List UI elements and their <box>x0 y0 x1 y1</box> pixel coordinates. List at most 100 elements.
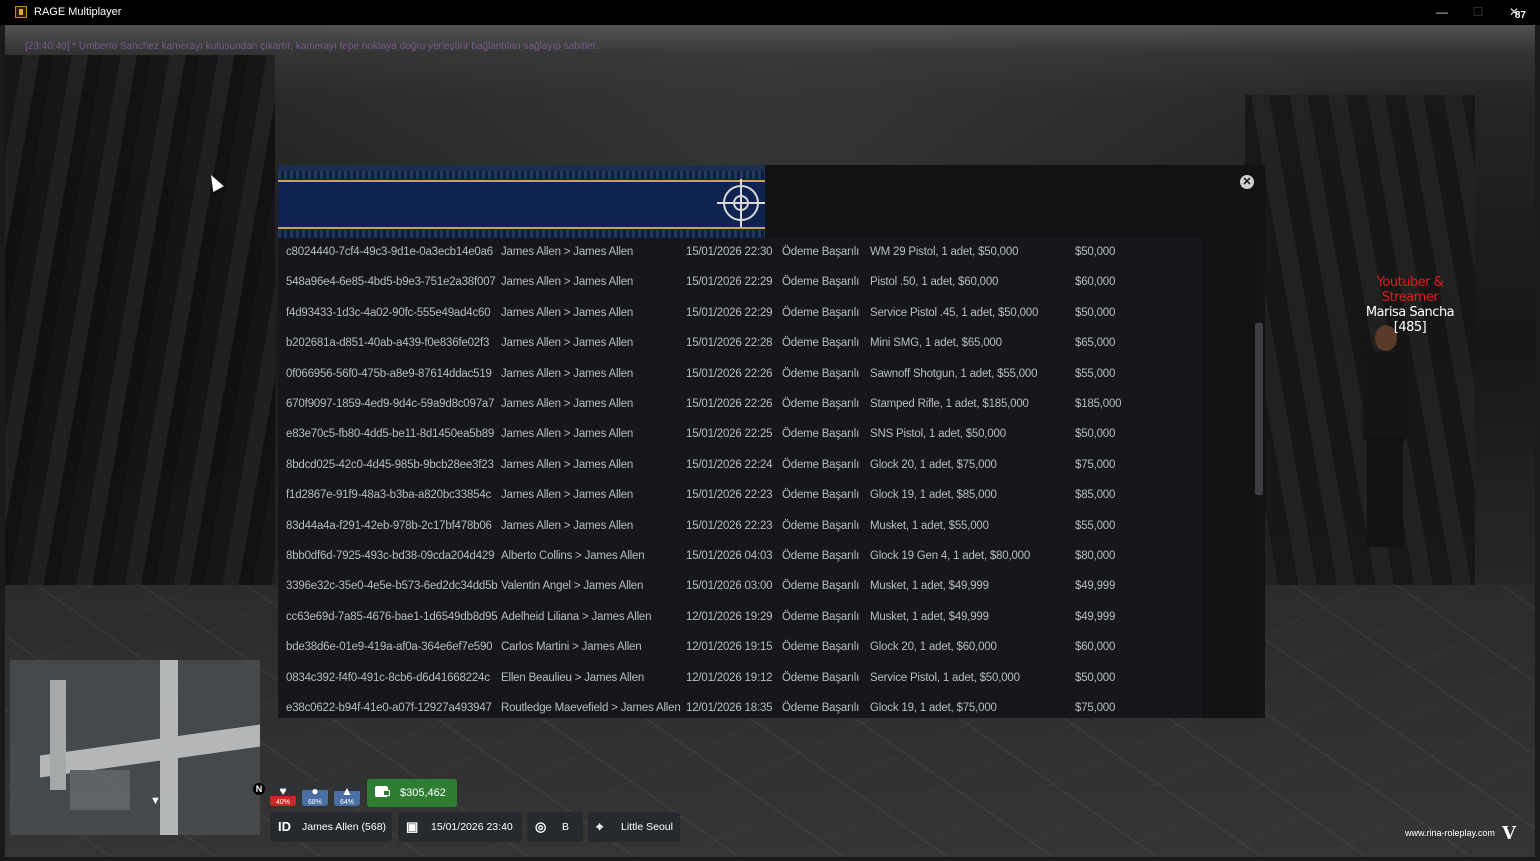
table-row[interactable]: bde38d6e-01e9-419a-af0a-364e6ef7e590 Carl… <box>278 633 1202 663</box>
transaction-history-modal: ✕ c8024440-7cf4-49c3-9d1e-0a3ecb14e0a6 Ja… <box>278 165 1265 718</box>
money-amount: $305,462 <box>400 787 446 799</box>
cell-amount: $80,000 <box>1075 550 1116 562</box>
cell-status: Ödeme Başarılı <box>782 702 860 714</box>
curtain-left <box>5 55 275 615</box>
cell-from: Ellen Beaulieu > James Allen <box>501 671 645 684</box>
cell-id: b202681a-d851-40ab-a439-f0e836fe02f3 <box>286 337 490 350</box>
cell-amount: $50,000 <box>1075 671 1116 684</box>
cell-from: James Allen > James Allen <box>501 246 634 258</box>
cell-item: Stamped Rifle, 1 adet, $185,000 <box>870 398 1029 410</box>
cell-date: 15/01/2026 22:29 <box>686 306 773 319</box>
cell-amount: $50,000 <box>1075 428 1116 441</box>
location-label: Little Seoul <box>621 821 673 833</box>
cell-date: 12/01/2026 19:12 <box>686 671 773 684</box>
cell-status: Ödeme Başarılı <box>782 276 860 289</box>
table-row[interactable]: e83e70c5-fb80-4dd5-be11-8d1450ea5b89 Jame… <box>278 420 1202 450</box>
cell-status: Ödeme Başarılı <box>782 641 860 654</box>
cell-status: Ödeme Başarılı <box>782 367 860 380</box>
cell-from: Valentin Angel > James Allen <box>501 580 644 593</box>
health-stat: ♥ 40% <box>270 782 296 806</box>
cell-status: Ödeme Başarılı <box>782 489 860 502</box>
money-display: $305,462 <box>367 779 457 807</box>
cell-status: Ödeme Başarılı <box>782 246 860 258</box>
server-logo-icon: V <box>1502 823 1516 844</box>
cell-status: Ödeme Başarılı <box>782 306 860 319</box>
table-row[interactable]: e38c0622-b94f-41e0-a07f-12927a493947 Rout… <box>278 694 1202 718</box>
cell-item: Glock 20, 1 adet, $60,000 <box>870 641 997 654</box>
chat-message: [23:40:40] * Umberto Sanchez kamerayı ku… <box>25 41 599 52</box>
cell-item: Musket, 1 adet, $49,999 <box>870 580 989 593</box>
cell-item: SNS Pistol, 1 adet, $50,000 <box>870 428 1006 441</box>
server-url: www.rina-roleplay.com <box>1405 828 1495 838</box>
cell-id: 8bb0df6d-7925-493c-bd38-09cda204d429 <box>286 550 495 562</box>
window-titlebar: RAGE Multiplayer — ☐ ✕ 87 <box>0 0 1540 25</box>
window-title: RAGE Multiplayer <box>34 6 122 18</box>
heart-icon: ♥ <box>279 784 287 798</box>
cell-id: e38c0622-b94f-41e0-a07f-12927a493947 <box>286 702 492 714</box>
table-row[interactable]: c8024440-7cf4-49c3-9d1e-0a3ecb14e0a6 Jame… <box>278 238 1202 268</box>
table-row[interactable]: 3396e32c-35e0-4e5e-b573-6ed2dc34dd5b Vale… <box>278 572 1202 602</box>
cell-date: 15/01/2026 22:25 <box>686 428 773 441</box>
cell-item: Mini SMG, 1 adet, $65,000 <box>870 337 1002 350</box>
location-chip: ⌖ Little Seoul <box>588 812 680 842</box>
thirst-stat: ▲ 64% <box>334 782 360 806</box>
table-row[interactable]: cc63e69d-7a85-4676-bae1-1d6549db8d95 Adel… <box>278 603 1202 633</box>
table-row[interactable]: 0f066956-56f0-475b-a8e9-87614ddac519 Jame… <box>278 360 1202 390</box>
cell-from: James Allen > James Allen <box>501 458 634 471</box>
table-row[interactable]: 8bb0df6d-7925-493c-bd38-09cda204d429 Albe… <box>278 542 1202 572</box>
cell-status: Ödeme Başarılı <box>782 550 860 562</box>
cell-id: bde38d6e-01e9-419a-af0a-364e6ef7e590 <box>286 641 493 654</box>
cell-amount: $85,000 <box>1075 489 1116 502</box>
table-row[interactable]: 548a96e4-6e85-4bd5-b9e3-751e2a38f007 Jame… <box>278 268 1202 298</box>
calendar-icon: ▣ <box>406 819 419 834</box>
table-row[interactable]: 0834c392-f4f0-491c-8cb6-d6d41668224c Elle… <box>278 664 1202 694</box>
cell-date: 15/01/2026 03:00 <box>686 580 773 593</box>
datetime-label: 15/01/2026 23:40 <box>431 821 513 833</box>
cell-from: Carlos Martini > James Allen <box>501 641 642 654</box>
cell-amount: $75,000 <box>1075 458 1116 471</box>
location-pin-icon: ⌖ <box>596 819 604 834</box>
cell-date: 15/01/2026 22:26 <box>686 367 773 380</box>
transaction-table[interactable]: c8024440-7cf4-49c3-9d1e-0a3ecb14e0a6 Jame… <box>278 238 1202 718</box>
cell-amount: $50,000 <box>1075 246 1116 258</box>
scrollbar-thumb[interactable] <box>1255 323 1263 495</box>
cell-id: 548a96e4-6e85-4bd5-b9e3-751e2a38f007 <box>286 276 496 289</box>
minimize-button[interactable]: — <box>1434 4 1450 20</box>
cell-date: 15/01/2026 22:29 <box>686 276 773 289</box>
cell-amount: $50,000 <box>1075 306 1116 319</box>
table-row[interactable]: 83d44a4a-f291-42eb-978b-2c17bf478b06 Jame… <box>278 512 1202 542</box>
modal-banner <box>278 165 765 238</box>
cell-from: Routledge Maevefield > James Allen <box>501 702 681 714</box>
cell-date: 15/01/2026 22:24 <box>686 458 773 471</box>
npc-role-label: Youtuber & Streamer <box>1376 275 1444 305</box>
cell-id: 83d44a4a-f291-42eb-978b-2c17bf478b06 <box>286 519 492 532</box>
table-row[interactable]: f1d2867e-91f9-48a3-b3ba-a820bc33854c Jame… <box>278 481 1202 511</box>
cell-date: 12/01/2026 18:35 <box>686 702 773 714</box>
cell-id: 8bdcd025-42c0-4d45-985b-9bcb28ee3f23 <box>286 458 494 471</box>
table-row[interactable]: 8bdcd025-42c0-4d45-985b-9bcb28ee3f23 Jame… <box>278 451 1202 481</box>
crosshair-icon <box>723 185 759 221</box>
cell-amount: $65,000 <box>1075 337 1116 350</box>
cell-date: 15/01/2026 22:30 <box>686 246 773 258</box>
drink-icon: ▲ <box>341 784 353 798</box>
table-row[interactable]: b202681a-d851-40ab-a439-f0e836fe02f3 Jame… <box>278 329 1202 359</box>
cell-item: Glock 20, 1 adet, $75,000 <box>870 458 997 471</box>
maximize-button[interactable]: ☐ <box>1470 4 1486 20</box>
hunger-stat: ● 68% <box>302 782 328 806</box>
cell-amount: $49,999 <box>1075 610 1116 623</box>
table-row[interactable]: f4d93433-1d3c-4a02-90fc-555e49ad4c60 Jame… <box>278 299 1202 329</box>
cell-amount: $55,000 <box>1075 519 1116 532</box>
fps-counter: 87 <box>1514 10 1526 21</box>
heading-label: B <box>562 821 570 833</box>
cell-status: Ödeme Başarılı <box>782 398 860 410</box>
cell-amount: $49,999 <box>1075 580 1116 593</box>
cell-item: Musket, 1 adet, $55,000 <box>870 519 989 532</box>
cell-item: Service Pistol .45, 1 adet, $50,000 <box>870 306 1039 319</box>
close-icon[interactable]: ✕ <box>1240 175 1254 189</box>
cell-id: 3396e32c-35e0-4e5e-b573-6ed2dc34dd5b <box>286 580 498 593</box>
table-row[interactable]: 670f9097-1859-4ed9-9d4c-59a9d8c097a7 Jame… <box>278 390 1202 420</box>
cell-date: 15/01/2026 22:28 <box>686 337 773 350</box>
npc-character <box>1355 325 1425 555</box>
heading-chip: ◎ B <box>527 812 583 842</box>
cell-item: Musket, 1 adet, $49,999 <box>870 610 989 623</box>
